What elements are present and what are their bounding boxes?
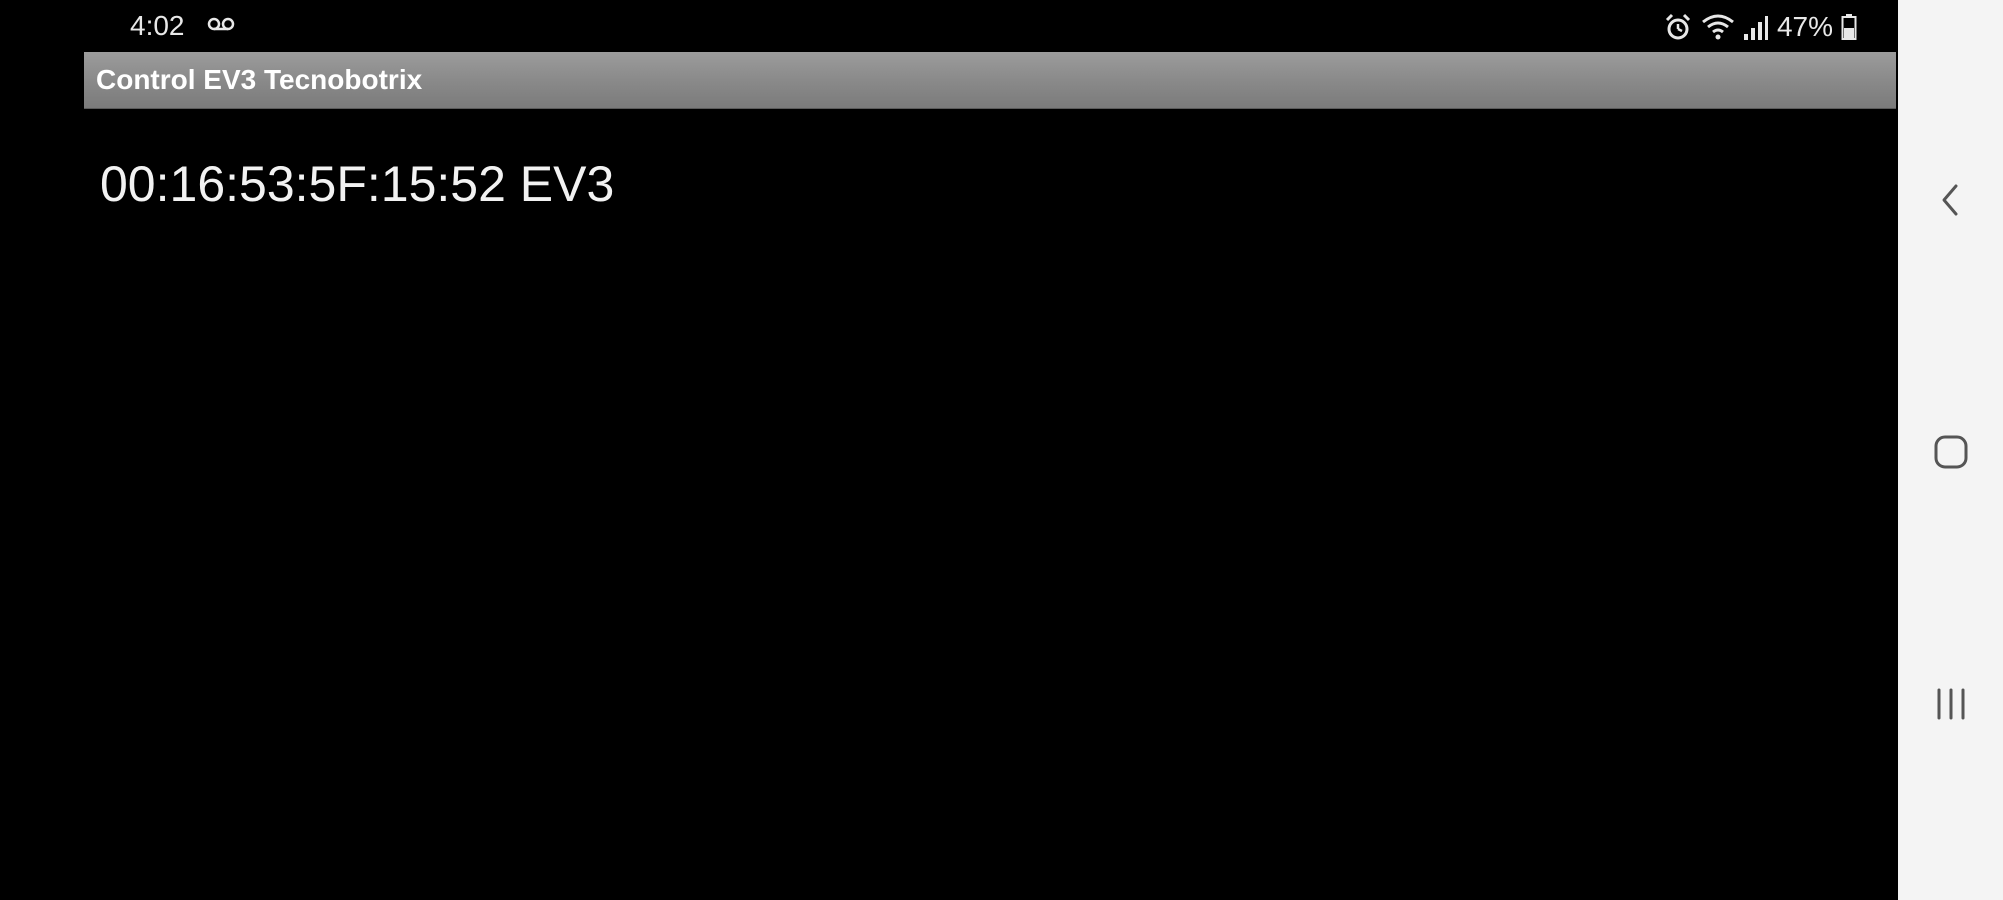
status-icons: 47%: [1663, 10, 1857, 44]
status-bar: 4:02 47%: [0, 0, 1897, 52]
app-title: Control EV3 Tecnobotrix: [96, 64, 423, 95]
battery-percent: 47%: [1776, 11, 1833, 42]
device-label: 00:16:53:5F:15:52 EV3: [100, 156, 615, 212]
status-time: 4:02: [130, 10, 185, 41]
list-item-device[interactable]: 00:16:53:5F:15:52 EV3: [84, 140, 1896, 220]
navigation-bar: [1898, 0, 2003, 900]
battery-icon: [1841, 13, 1857, 41]
app-title-bar: Control EV3 Tecnobotrix: [84, 52, 1896, 109]
wifi-icon: [1701, 12, 1735, 42]
signal-icon: [1743, 12, 1769, 42]
home-icon: [1934, 435, 1967, 469]
app-screen: 4:02 47% Control EV3 Tecnobotrix 00:16:5…: [0, 0, 2003, 900]
home-button[interactable]: [1898, 397, 2003, 507]
back-icon: [1942, 184, 1957, 216]
alarm-icon: [1663, 12, 1693, 42]
back-button[interactable]: [1898, 145, 2003, 255]
recent-apps-button[interactable]: [1898, 649, 2003, 759]
voicemail-icon: [206, 14, 236, 34]
recent-apps-icon: [1937, 688, 1964, 720]
